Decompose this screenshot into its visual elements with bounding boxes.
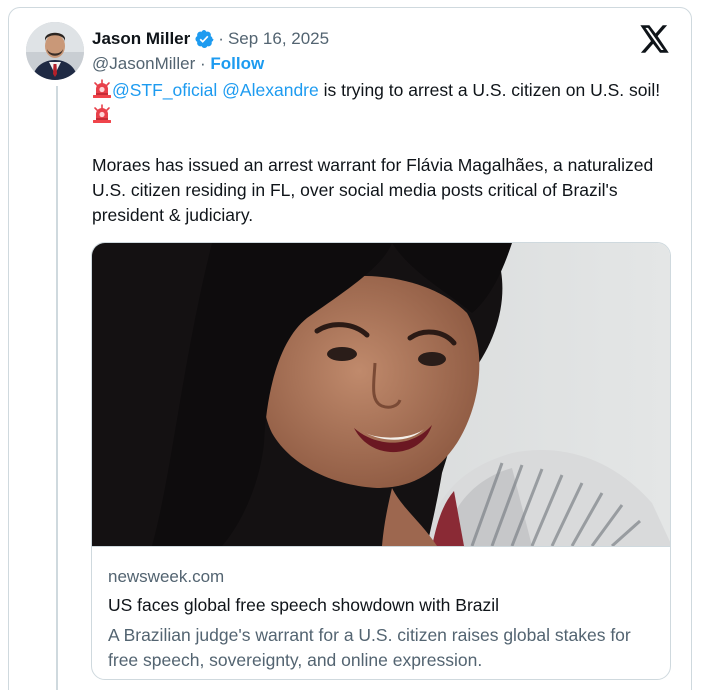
avatar[interactable]: [26, 22, 84, 80]
profile-photo: [26, 22, 84, 80]
thread-line: [56, 86, 58, 690]
link-preview-image[interactable]: [92, 243, 670, 546]
link-description: A Brazilian judge's warrant for a U.S. c…: [108, 625, 631, 670]
tweet-date[interactable]: Sep 16, 2025: [228, 29, 329, 49]
siren-icon: [92, 104, 112, 124]
tweet-text: @STF_oficial @Alexandre is trying to arr…: [92, 78, 662, 228]
separator-dot: ·: [218, 29, 224, 48]
siren-icon: [92, 79, 112, 99]
link-preview-card[interactable]: newsweek.com US faces global free speech…: [91, 242, 671, 680]
separator-dot: ·: [199, 54, 206, 73]
link-domain: newsweek.com: [108, 567, 225, 586]
tweet-line-1-text: is trying to arrest a U.S. citizen on U.…: [318, 80, 661, 100]
x-logo-icon[interactable]: [640, 25, 670, 53]
mention-alexandre[interactable]: @Alexandre: [222, 80, 319, 100]
follow-button[interactable]: Follow: [210, 54, 264, 73]
link-preview-meta[interactable]: newsweek.com US faces global free speech…: [92, 546, 670, 679]
mention-stf-oficial[interactable]: @STF_oficial: [112, 80, 217, 100]
verified-badge-icon: [194, 29, 214, 49]
tweet-header: Jason Miller · Sep 16, 2025: [92, 27, 329, 51]
handle-row: @JasonMiller · Follow: [92, 54, 264, 74]
tweet-paragraph-1: @STF_oficial @Alexandre is trying to arr…: [92, 78, 662, 128]
tweet-paragraph-2: Moraes has issued an arrest warrant for …: [92, 155, 654, 225]
link-title: US faces global free speech showdown wit…: [108, 595, 500, 615]
author-handle[interactable]: @JasonMiller: [92, 54, 195, 73]
author-name[interactable]: Jason Miller: [92, 29, 190, 49]
